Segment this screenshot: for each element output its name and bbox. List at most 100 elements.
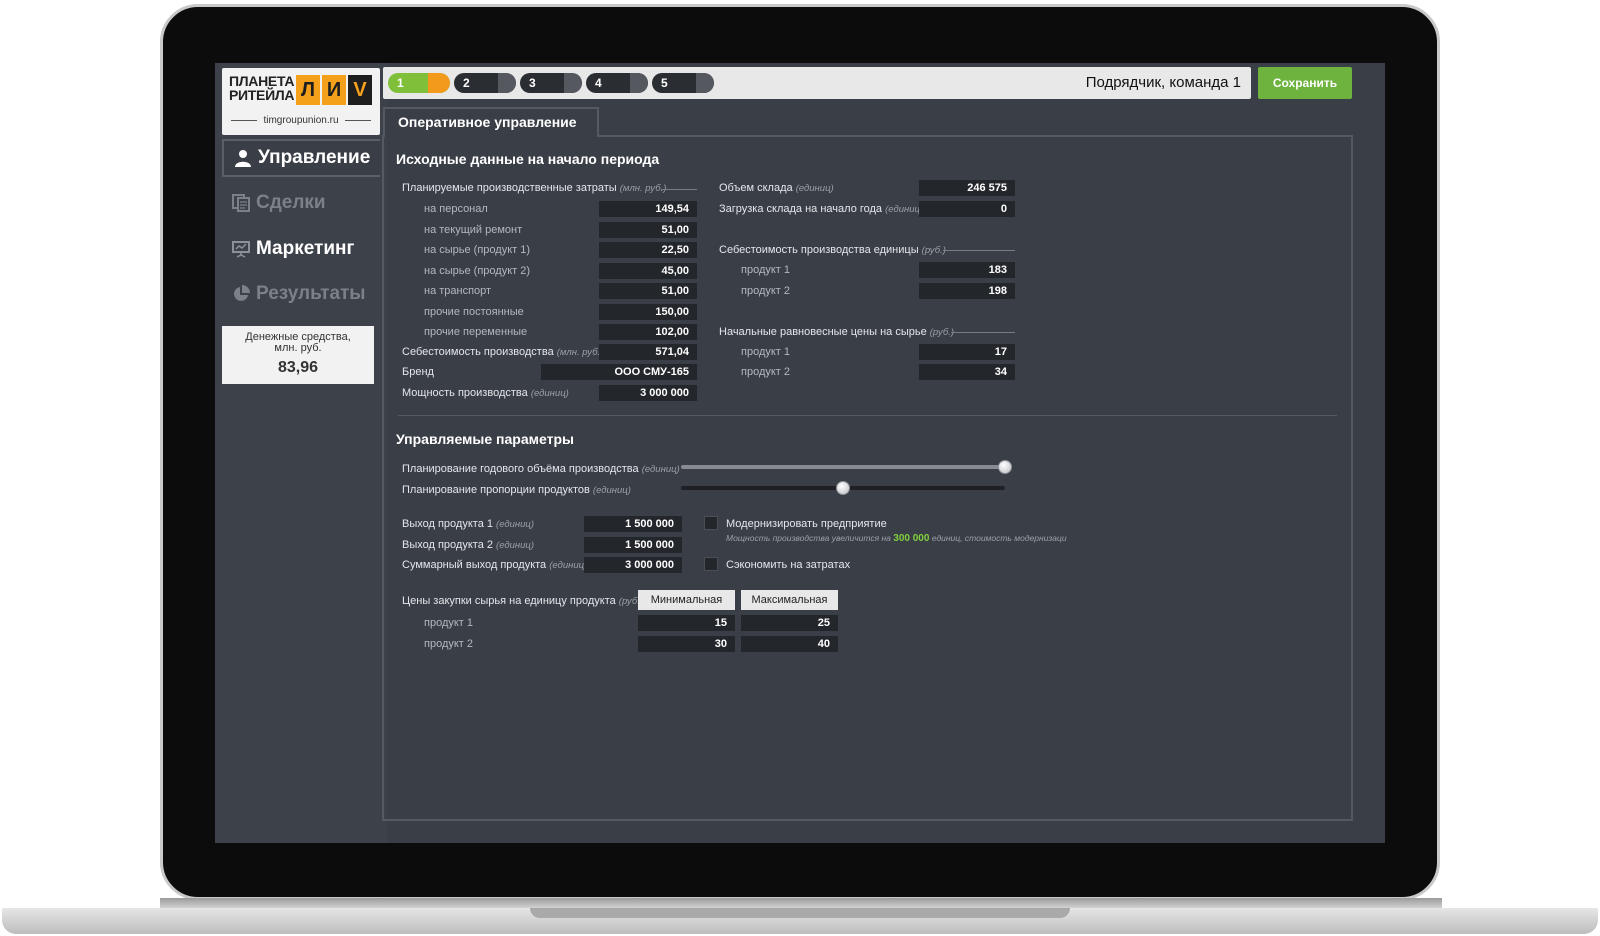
annual-volume-text: Планирование годового объёма производств… <box>402 463 639 475</box>
brand-label: Бренд <box>402 366 434 378</box>
unit-cost-product-1-label: продукт 1 <box>741 264 791 276</box>
team-name: Подрядчик, команда 1 <box>1085 74 1241 91</box>
proportion-label: Планирование пропорции продуктов (единиц… <box>402 484 631 496</box>
nav-item-results[interactable]: Результаты <box>222 275 380 313</box>
unit-cost-product-1-value: 183 <box>919 262 1015 278</box>
price-row-1-max[interactable]: 25 <box>741 615 838 631</box>
modernize-note: Мощность производства увеличится на 300 … <box>726 533 1067 544</box>
app-screen: ПЛАНЕТА РИТЕЙЛА Л И V timgroupunion.ru У… <box>215 63 1385 843</box>
step-4[interactable]: 4 <box>586 73 648 93</box>
save-costs-label: Сэкономить на затратах <box>726 559 851 571</box>
price-row-2-max[interactable]: 40 <box>741 636 838 652</box>
step-2[interactable]: 2 <box>454 73 516 93</box>
logo-mark-1-letter: Л <box>300 79 316 101</box>
controls-title: Управляемые параметры <box>396 431 574 447</box>
pie-chart-icon <box>232 285 250 303</box>
laptop-notch <box>530 908 1070 918</box>
eq-prices-label: Начальные равновесные цены на сырье (руб… <box>719 326 954 338</box>
min-price-header: Минимальная <box>638 590 735 610</box>
cost-item-value: 149,54 <box>599 201 697 217</box>
step-2-tail <box>498 73 516 93</box>
price-row-2-label: продукт 2 <box>424 638 474 650</box>
warehouse-value: 246 575 <box>919 180 1015 196</box>
price-row-2-min[interactable]: 30 <box>638 636 735 652</box>
warehouse-load-value: 0 <box>919 201 1015 217</box>
output-total-label: Суммарный выход продукта (единиц) <box>402 559 587 571</box>
step-1-tail <box>428 73 450 93</box>
cost-item-label: прочие постоянные <box>424 305 524 318</box>
step-3[interactable]: 3 <box>520 73 582 93</box>
logo-mark-1: Л <box>296 75 320 105</box>
eq-price-product-1-value: 17 <box>919 344 1015 360</box>
output-total-unit: (единиц) <box>549 560 588 571</box>
cost-item-value: 102,00 <box>599 324 697 340</box>
save-button[interactable]: Сохранить <box>1258 67 1352 99</box>
output-2-label: Выход продукта 2 (единиц) <box>402 539 534 551</box>
logo-line-1: ПЛАНЕТА <box>229 73 295 89</box>
output-1-unit: (единиц) <box>496 519 535 530</box>
eq-prices-text: Начальные равновесные цены на сырье <box>719 326 927 338</box>
modernize-note-value: 300 000 <box>893 533 930 544</box>
logo-mark-2: И <box>322 75 346 105</box>
proportion-unit: (единиц) <box>592 485 631 496</box>
save-costs-checkbox[interactable] <box>704 557 718 571</box>
step-3-label: 3 <box>529 76 536 90</box>
eq-price-product-2-value: 34 <box>919 364 1015 380</box>
cost-total-value: 571,04 <box>599 344 697 360</box>
warehouse-load-text: Загрузка склада на начало года <box>719 203 883 215</box>
price-row-1-min[interactable]: 15 <box>638 615 735 631</box>
nav-item-marketing-label: Маркетинг <box>256 238 355 259</box>
output-2-text: Выход продукта 2 <box>402 539 493 551</box>
cost-item-value: 150,00 <box>599 303 697 320</box>
cash-value: 83,96 <box>277 359 319 376</box>
unit-cost-text: Себестоимость производства единицы <box>719 244 919 256</box>
step-1-label: 1 <box>397 76 404 90</box>
planned-costs-label: Планируемые производственные затраты (мл… <box>402 182 666 194</box>
cost-item-value: 51,00 <box>599 221 697 238</box>
eq-price-product-2-label: продукт 2 <box>741 366 791 378</box>
logo-mark-3: V <box>348 75 372 105</box>
sidebar: ПЛАНЕТА РИТЕЙЛА Л И V timgroupunion.ru У… <box>215 63 387 843</box>
cost-total-label: Себестоимость производства (млн. руб.) <box>402 346 603 358</box>
annual-volume-slider[interactable] <box>681 460 1012 474</box>
annual-volume-unit: (единиц) <box>641 464 680 475</box>
logo-marks: Л И V <box>296 75 376 105</box>
tab-operational-management[interactable]: Оперативное управление <box>383 107 599 137</box>
nav-item-marketing[interactable]: Маркетинг <box>222 230 380 268</box>
cash-label: Денежные средства, млн. руб. <box>222 332 374 354</box>
cash-label-line-2: млн. руб. <box>274 342 322 354</box>
nav-item-deals-label: Сделки <box>256 192 326 213</box>
nav-item-management[interactable]: Управление <box>222 139 380 177</box>
cost-item-label: на сырье (продукт 1) <box>424 244 531 256</box>
warehouse-label: Объем склада (единиц) <box>719 182 834 194</box>
presentation-icon <box>232 240 250 258</box>
modernize-note-post: единиц, стоимость модернизаци <box>931 533 1067 543</box>
step-1[interactable]: 1 <box>388 73 450 93</box>
output-2-value: 1 500 000 <box>584 537 682 553</box>
main-panel <box>382 135 1353 821</box>
logo-mark-2-letter: И <box>326 79 342 101</box>
proportion-slider-knob[interactable] <box>836 481 850 495</box>
top-bar: 1 2 3 4 5 Подрядчик, команда 1 <box>383 67 1251 99</box>
annual-volume-slider-knob[interactable] <box>998 460 1012 474</box>
logo[interactable]: ПЛАНЕТА РИТЕЙЛА Л И V timgroupunion.ru <box>222 68 380 135</box>
step-5[interactable]: 5 <box>652 73 714 93</box>
cost-item-value: 22,50 <box>599 242 697 258</box>
output-total-text: Суммарный выход продукта <box>402 559 547 571</box>
purchase-prices-text: Цены закупки сырья на единицу продукта <box>402 595 616 607</box>
logo-site-text: timgroupunion.ru <box>263 115 339 126</box>
annual-volume-label: Планирование годового объёма производств… <box>402 463 680 475</box>
modernize-checkbox[interactable] <box>704 516 718 530</box>
output-2-unit: (единиц) <box>496 540 535 551</box>
proportion-slider[interactable] <box>681 481 1005 495</box>
output-1-label: Выход продукта 1 (единиц) <box>402 518 534 530</box>
step-3-tail <box>564 73 582 93</box>
logo-site: timgroupunion.ru <box>222 115 380 126</box>
cost-item-value: 51,00 <box>599 283 697 299</box>
annual-volume-slider-fill <box>681 465 1005 469</box>
nav-item-deals[interactable]: Сделки <box>222 184 380 222</box>
cost-total-unit: (млн. руб.) <box>556 347 604 358</box>
nav-item-management-label: Управление <box>258 147 371 168</box>
eq-price-product-1-label: продукт 1 <box>741 346 791 358</box>
planned-costs-text: Планируемые производственные затраты <box>402 182 617 194</box>
